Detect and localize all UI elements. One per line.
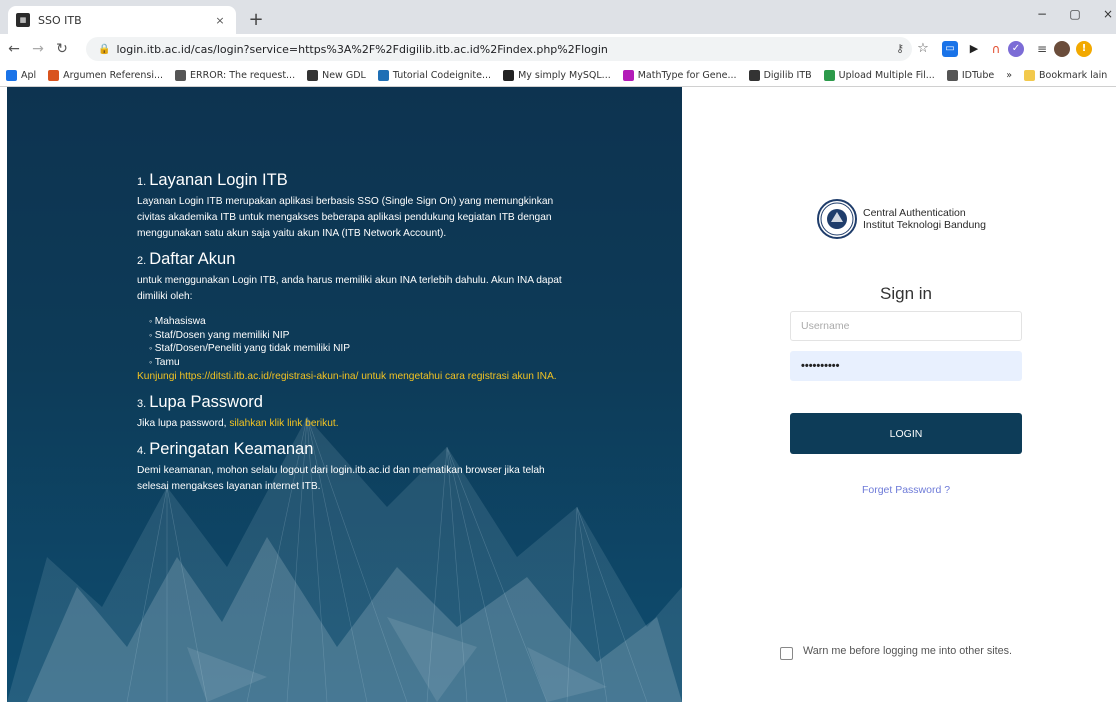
tab-strip: ▦ SSO ITB × + − ▢ × <box>0 0 1116 34</box>
bookmark-item[interactable]: Digilib ITB <box>748 69 812 81</box>
list-item: Mahasiswa <box>149 315 577 329</box>
key-icon[interactable]: ⚷ <box>892 41 908 57</box>
argumen-icon <box>48 69 60 81</box>
itb-favicon-icon: ▦ <box>16 13 30 27</box>
browser-toolbar: ← → ↻ 🔒 login.itb.ac.id/cas/login?servic… <box>0 34 1116 64</box>
bookmark-label: Upload Multiple Fil... <box>838 69 935 81</box>
bookmark-item[interactable]: ERROR: The request... <box>175 69 296 81</box>
bookmark-item[interactable]: MathType for Gene... <box>622 69 737 81</box>
bookmark-item[interactable]: IDTube <box>946 69 995 81</box>
section-text: Demi keamanan, mohon selalu logout dari … <box>137 465 545 492</box>
itb-seal-logo <box>817 199 857 239</box>
list-item: Staf/Dosen yang memiliki NIP <box>149 329 577 343</box>
folder-icon <box>1024 69 1036 81</box>
section-peringatan-keamanan: 4. Peringatan Keamanan Demi keamanan, moh… <box>137 440 577 495</box>
profile-avatar[interactable] <box>1054 41 1070 57</box>
itb-icon <box>307 69 319 81</box>
brand-line-2: Institut Teknologi Bandung <box>863 219 986 231</box>
play-extension-icon[interactable]: ▶ <box>966 41 982 57</box>
itb-icon <box>748 69 760 81</box>
lock-icon[interactable]: 🔒 <box>98 44 110 55</box>
browser-tab[interactable]: ▦ SSO ITB × <box>8 6 236 34</box>
section-text: Jika lupa password, <box>137 418 230 429</box>
cv-icon <box>823 69 835 81</box>
bookmark-item[interactable]: New GDL <box>307 69 366 81</box>
address-bar[interactable]: 🔒 login.itb.ac.id/cas/login?service=http… <box>86 37 912 61</box>
forward-icon[interactable]: → <box>28 41 48 57</box>
forget-password-link[interactable]: Forget Password ? <box>790 484 1022 496</box>
reload-icon[interactable]: ↻ <box>52 41 72 57</box>
minimize-button[interactable]: − <box>1027 7 1057 21</box>
sign-in-heading: Sign in <box>880 284 932 303</box>
bookmark-item[interactable]: Tutorial Codeignite... <box>377 69 492 81</box>
section-title: Peringatan Keamanan <box>149 440 314 458</box>
warn-checkbox-label[interactable]: Warn me before logging me into other sit… <box>803 644 1023 660</box>
info-panel: 1. Layanan Login ITB Layanan Login ITB me… <box>7 87 682 702</box>
login-panel: Central Authentication Institut Teknolog… <box>682 87 1116 702</box>
section-number: 2. <box>137 255 147 267</box>
bookmarks-overflow-button[interactable]: » <box>1006 70 1012 81</box>
bookmark-label: My simply MySQL... <box>518 69 611 81</box>
section-text: Layanan Login ITB merupakan aplikasi ber… <box>137 196 554 239</box>
other-bookmarks-label: Bookmark lain <box>1039 69 1108 81</box>
bookmark-label: Digilib ITB <box>763 69 812 81</box>
other-bookmarks-folder[interactable]: Bookmark lain <box>1024 69 1108 81</box>
info-content: 1. Layanan Login ITB Layanan Login ITB me… <box>137 171 577 503</box>
apps-grid-icon <box>6 69 17 81</box>
browser-chrome: ▦ SSO ITB × + − ▢ × ← → ↻ 🔒 login.itb.ac… <box>0 0 1116 87</box>
section-number: 1. <box>137 176 147 188</box>
section-number: 4. <box>137 445 147 457</box>
list-item: Staf/Dosen/Peneliti yang tidak memiliki … <box>149 342 577 356</box>
bookmarks-bar: Apl Argumen Referensi... ERROR: The reques… <box>0 64 1116 87</box>
bookmark-item[interactable]: Apl <box>6 69 37 81</box>
extension-badge-icon[interactable]: ✓ <box>1008 41 1024 57</box>
account-types-list: Mahasiswa Staf/Dosen yang memiliki NIP S… <box>149 315 577 369</box>
bookmark-label: IDTube <box>961 69 995 81</box>
section-daftar-akun: 2. Daftar Akun untuk menggunakan Login IT… <box>137 250 577 385</box>
registration-link[interactable]: Kunjungi https://ditsti.itb.ac.id/regist… <box>137 369 577 385</box>
url-text[interactable]: login.itb.ac.id/cas/login?service=https%… <box>116 43 607 56</box>
star-icon[interactable]: ☆ <box>915 41 931 57</box>
bookmark-item[interactable]: Argumen Referensi... <box>48 69 164 81</box>
warn-checkbox[interactable] <box>780 647 793 660</box>
brand-header: Central Authentication Institut Teknolog… <box>817 199 986 239</box>
globe-icon <box>946 69 958 81</box>
github-icon <box>503 69 515 81</box>
new-tab-button[interactable]: + <box>244 9 268 31</box>
bookmark-label: Argumen Referensi... <box>63 69 164 81</box>
section-number: 3. <box>137 398 147 410</box>
section-title: Daftar Akun <box>149 250 236 268</box>
reset-password-link[interactable]: silahkan klik link berikut. <box>229 418 338 429</box>
mathtype-icon <box>622 69 634 81</box>
back-icon[interactable]: ← <box>4 41 24 57</box>
section-lupa-password: 3. Lupa Password Jika lupa password, sila… <box>137 393 577 432</box>
section-text: untuk menggunakan Login ITB, anda harus … <box>137 275 562 302</box>
cast-extension-icon[interactable]: ▭ <box>942 41 958 57</box>
bookmark-label: ERROR: The request... <box>190 69 296 81</box>
tab-close-icon[interactable]: × <box>212 14 228 27</box>
close-window-button[interactable]: × <box>1093 7 1116 21</box>
section-title: Layanan Login ITB <box>149 171 288 189</box>
update-menu-icon[interactable]: ! <box>1076 41 1092 57</box>
bookmark-item[interactable]: Upload Multiple Fil... <box>823 69 935 81</box>
login-button[interactable]: LOGIN <box>790 413 1022 454</box>
globe-icon <box>175 69 187 81</box>
bookmark-item[interactable]: My simply MySQL... <box>503 69 611 81</box>
section-title: Lupa Password <box>149 393 263 411</box>
password-input[interactable]: •••••••••• <box>790 351 1022 381</box>
bookmark-label: Apl <box>21 69 37 81</box>
reading-list-icon[interactable]: ≡ <box>1034 41 1050 57</box>
bookmark-label: Tutorial Codeignite... <box>392 69 492 81</box>
tab-title: SSO ITB <box>38 13 82 27</box>
bookmark-label: New GDL <box>322 69 366 81</box>
restore-button[interactable]: ▢ <box>1060 7 1090 21</box>
codeigniter-icon <box>377 69 389 81</box>
headphones-extension-icon[interactable]: ∩ <box>988 41 1004 57</box>
brand-line-1: Central Authentication <box>863 206 966 219</box>
bookmark-label: MathType for Gene... <box>637 69 737 81</box>
username-input[interactable]: Username <box>790 311 1022 341</box>
section-layanan-login: 1. Layanan Login ITB Layanan Login ITB me… <box>137 171 577 242</box>
list-item: Tamu <box>149 356 577 370</box>
